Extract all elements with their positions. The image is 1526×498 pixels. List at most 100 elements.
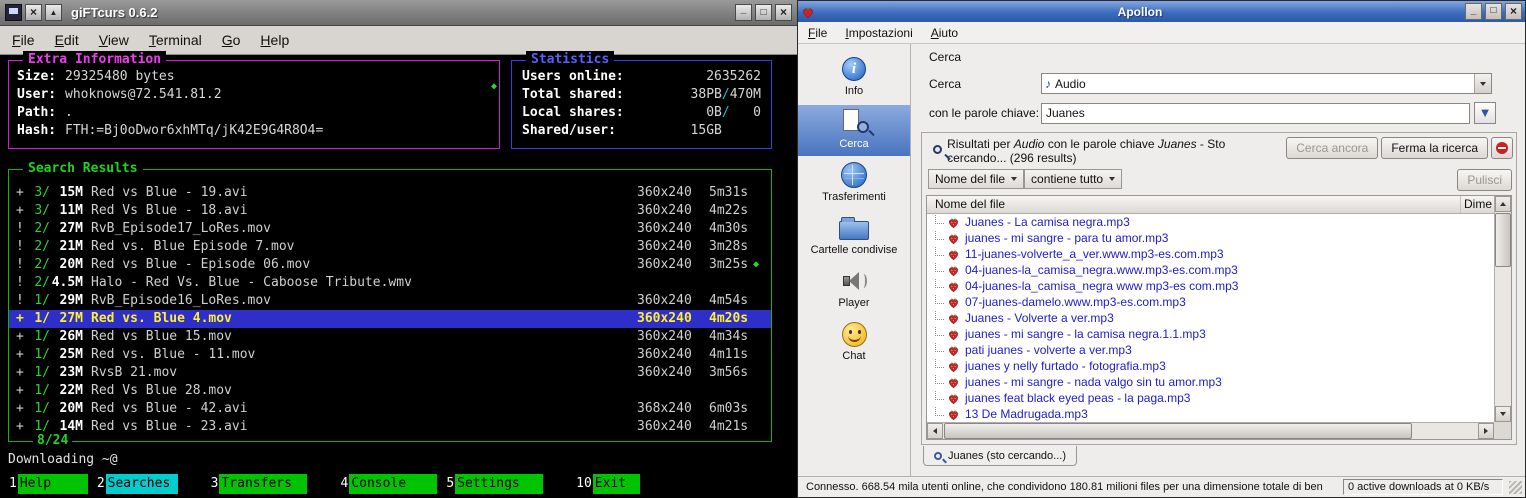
strawberry-file-icon [949, 409, 958, 420]
search-result-row[interactable]: + 1/ 14M Red vs Blue - 23.avi 360x240 4m… [9, 418, 771, 436]
file-result-row[interactable]: 07-juanes-damelo.www.mp3-es.com.mp3 [927, 294, 1494, 310]
file-result-row[interactable]: juanes - mi sangre - nada valgo sin tu a… [927, 374, 1494, 390]
tree-branch-icon [935, 279, 944, 288]
media-type-combobox[interactable]: Audio [1041, 73, 1492, 94]
sidebar-item-trasferimenti[interactable]: Trasferimenti [798, 158, 910, 209]
menu-impostazioni[interactable]: Impostazioni [845, 26, 912, 40]
file-result-row[interactable]: 13 De Madrugada.mp3 [927, 406, 1494, 422]
terminal-screen[interactable]: Extra Information ◆ Size: 29325480 bytes… [0, 51, 797, 498]
menu-aiuto[interactable]: Aiuto [931, 26, 958, 40]
search-result-row[interactable]: + 3/ 11M Red Vs Blue - 18.avi 360x240 4m… [9, 202, 771, 220]
maximize-button[interactable] [755, 4, 772, 21]
stop-icon-button[interactable] [1491, 137, 1513, 159]
resize-grip[interactable] [1509, 480, 1522, 494]
search-result-row[interactable]: + 1/ 20M Red vs Blue - 42.avi 368x240 6m… [9, 400, 771, 418]
column-header-size[interactable]: Dime [1461, 196, 1494, 213]
strawberry-file-icon [949, 393, 958, 404]
keywords-label: con le parole chiave: [929, 106, 1040, 120]
close-button[interactable] [1505, 3, 1522, 20]
function-key-button[interactable]: 4 Console [339, 474, 438, 494]
minimize-button[interactable] [735, 4, 752, 21]
sidebar-item-label: Player [838, 297, 870, 309]
file-result-row[interactable]: 11-juanes-volverte_a_ver.www.mp3-es.com.… [927, 246, 1494, 262]
keywords-input[interactable] [1041, 102, 1470, 124]
function-key-button[interactable]: 1 Help [8, 474, 88, 494]
search-result-row[interactable]: + 1/ 25M Red vs. Blue - 11.mov 360x240 4… [9, 346, 771, 364]
giftcurs-window: giFTcurs 0.6.2 File Edit View Terminal G… [0, 0, 797, 498]
file-result-row[interactable]: juanes - mi sangre - la camisa negra.1.1… [927, 326, 1494, 342]
source-diamond-icon [749, 328, 759, 346]
clear-button[interactable]: Pulisci [1457, 169, 1512, 191]
stop-search-button[interactable]: Ferma la ricerca [1381, 137, 1488, 159]
search-result-row[interactable]: + 1/ 26M Red vs Blue 15.mov 360x240 4m34… [9, 328, 771, 346]
window-close-left-icon[interactable] [25, 4, 42, 21]
function-key-button[interactable]: 5 Settings [445, 474, 544, 494]
tree-branch-icon [935, 231, 944, 240]
vertical-scrollbar[interactable] [1494, 196, 1511, 422]
filter-field-dropdown[interactable]: Nome del file [928, 169, 1025, 189]
menu-help[interactable]: Help [260, 32, 289, 48]
filter-condition-dropdown[interactable]: contiene tutto [1024, 169, 1123, 189]
vertical-scrollbar-thumb[interactable] [1495, 213, 1511, 267]
sidebar-item-label: Chat [842, 350, 866, 362]
minimize-button[interactable] [1465, 3, 1482, 20]
file-result-row[interactable]: 04-juanes-la_camisa_negra www mp3-es com… [927, 278, 1494, 294]
menu-view[interactable]: View [99, 32, 129, 48]
menu-terminal[interactable]: Terminal [149, 32, 202, 48]
file-result-row[interactable]: Juanes - La camisa negra.mp3 [927, 214, 1494, 230]
close-button[interactable] [775, 4, 792, 21]
search-result-row[interactable]: ! 2/ 27M RvB_Episode17_LoRes.mov 360x240… [9, 220, 771, 238]
search-result-row[interactable]: + 1/ 27M Red vs. Blue 4.mov 360x240 4m20… [9, 310, 771, 328]
search-icon [857, 121, 869, 133]
filter-icon-button[interactable] [1474, 102, 1496, 124]
file-result-row[interactable]: juanes y nelly furtado - fotografia.mp3 [927, 358, 1494, 374]
info-icon [842, 57, 866, 81]
sidebar-item-player[interactable]: Player [798, 264, 910, 315]
scroll-down-icon[interactable] [1495, 406, 1511, 422]
sidebar-item-info[interactable]: Info [798, 52, 910, 103]
search-result-row[interactable]: ! 1/ 29M RvB_Episode16_LoRes.mov 360x240… [9, 292, 771, 310]
function-key-button[interactable]: 10 Exit [575, 474, 640, 494]
search-result-row[interactable]: + 3/ 15M Red vs Blue - 19.avi 360x240 5m… [9, 184, 771, 202]
search-result-row[interactable]: ! 2/ 20M Red vs Blue - Episode 06.mov 36… [9, 256, 771, 274]
giftcurs-titlebar[interactable]: giFTcurs 0.6.2 [0, 0, 797, 26]
source-diamond-icon [749, 400, 759, 418]
search-result-row[interactable]: ! 2/ 4.5M Halo - Red Vs. Blue - Caboose … [9, 274, 771, 292]
menu-go[interactable]: Go [222, 32, 241, 48]
function-key-button[interactable]: 2 Searches [96, 474, 178, 494]
terminal-app-icon[interactable] [5, 4, 22, 21]
scroll-left-icon[interactable] [927, 423, 943, 439]
file-result-row[interactable]: juanes feat black eyed peas - la paga.mp… [927, 390, 1494, 406]
search-result-row[interactable]: + 1/ 23M RvsB 21.mov 360x240 3m56s [9, 364, 771, 382]
sidebar-item-cerca[interactable]: Cerca [798, 105, 910, 156]
combo-arrow-button[interactable] [1474, 74, 1491, 93]
transfers-globe-icon [841, 162, 867, 188]
statistics-panel: Statistics Users online: 2635262 Total s… [511, 51, 772, 149]
file-result-row[interactable]: Juanes - Volverte a ver.mp3 [927, 310, 1494, 326]
sidebar-item-cartelle-condivise[interactable]: Cartelle condivise [798, 211, 910, 262]
apollon-app-icon[interactable] [801, 5, 815, 19]
window-shade-icon[interactable] [45, 4, 62, 21]
scroll-up-icon[interactable] [1495, 196, 1511, 212]
search-result-row[interactable]: + 1/ 22M Red Vs Blue 28.mov [9, 382, 771, 400]
player-speaker-icon [841, 270, 867, 292]
file-result-row[interactable]: juanes - mi sangre - para tu amor.mp3 [927, 230, 1494, 246]
search-again-button[interactable]: Cerca ancora [1286, 137, 1379, 159]
function-key-button[interactable]: 3 Transfers [210, 474, 308, 494]
apollon-titlebar[interactable]: Apollon [798, 1, 1525, 22]
search-tab[interactable]: Juanes (sto cercando...) [923, 446, 1078, 466]
file-result-row[interactable]: pati juanes - volverte a ver.mp3 [927, 342, 1494, 358]
maximize-button[interactable] [1485, 3, 1502, 20]
sidebar-item-chat[interactable]: Chat [798, 317, 910, 368]
menu-file[interactable]: File [808, 26, 827, 40]
tree-branch-icon [935, 295, 944, 304]
horizontal-scrollbar[interactable] [927, 422, 1494, 439]
column-header-filename[interactable]: Nome del file [927, 196, 1461, 213]
results-frame: Risultati per Audio con le parole chiave… [921, 132, 1517, 445]
horizontal-scrollbar-thumb[interactable] [944, 423, 1412, 439]
search-result-row[interactable]: ! 2/ 21M Red vs. Blue Episode 7.mov 360x… [9, 238, 771, 256]
menu-edit[interactable]: Edit [55, 32, 79, 48]
scroll-right-icon[interactable] [1478, 423, 1494, 439]
file-result-row[interactable]: 04-juanes-la_camisa_negra.www.mp3-es.com… [927, 262, 1494, 278]
menu-file[interactable]: File [12, 32, 35, 48]
